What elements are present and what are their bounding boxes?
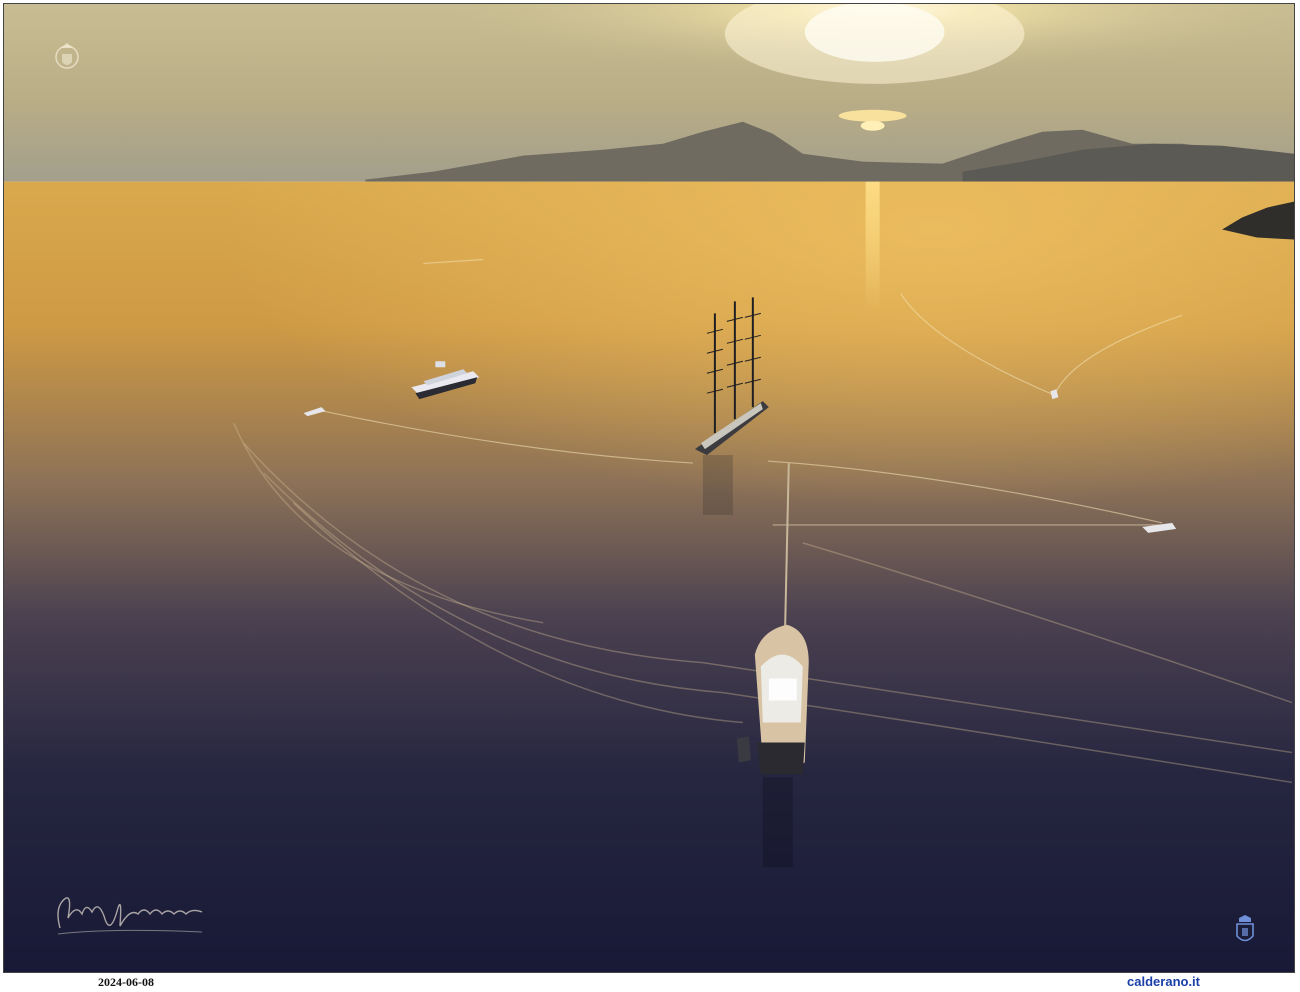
photo-date: 2024-06-08 [98,975,154,989]
crest-logo-top [55,43,79,69]
sunset-sea-photo [4,4,1294,972]
caption-bar: 2024-06-08 calderano.it [0,974,1300,992]
site-name: calderano.it [1127,974,1200,989]
signature [57,897,203,935]
photo-frame [3,3,1295,973]
crest-logo-bottom [1236,915,1254,942]
